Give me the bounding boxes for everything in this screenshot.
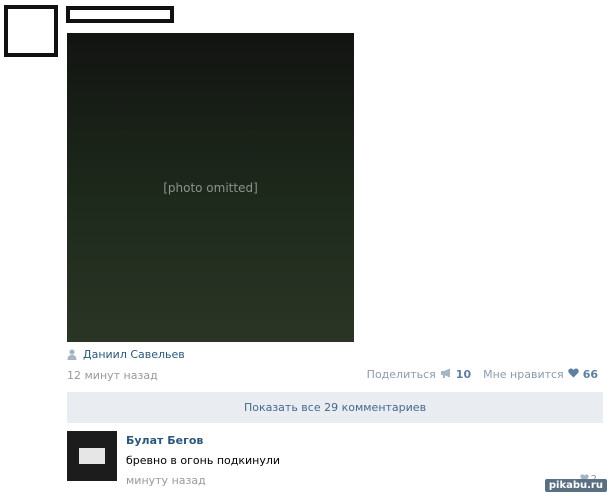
post-actions: Поделиться 10 Мне нравится 66 [367,368,598,381]
avatar-sign [79,448,105,464]
like-button[interactable]: Мне нравится 66 [483,368,598,381]
megaphone-icon [440,368,452,381]
share-count: 10 [455,368,472,381]
post-author-name[interactable]: Даниил Савельев [83,348,185,361]
like-count: 66 [582,368,598,381]
comment-text: бревно в огонь подкинули [126,454,281,467]
like-label: Мне нравится [483,368,564,381]
share-button[interactable]: Поделиться 10 [367,368,471,381]
pikabu-watermark: pikabu.ru [544,479,607,492]
comment-timestamp[interactable]: минуту назад [126,474,206,487]
show-all-comments-label: Показать все 29 комментариев [243,401,427,414]
comment-avatar[interactable] [67,431,117,481]
post-image-placeholder: [photo omitted] [163,180,258,195]
comment-author[interactable]: Булат Бегов [126,434,203,447]
user-icon [67,349,77,360]
share-label: Поделиться [366,368,436,381]
post-author-line[interactable]: Даниил Савельев [67,348,185,361]
show-all-comments-button[interactable]: Показать все 29 комментариев [67,392,603,423]
redacted-avatar [4,5,58,57]
redacted-author-name [66,6,174,23]
heart-icon [567,368,579,381]
vk-post-screenshot: [photo omitted] Даниил Савельев 12 минут… [0,0,611,496]
post-timestamp[interactable]: 12 минут назад [67,369,158,382]
post-image[interactable]: [photo omitted] [67,33,354,342]
